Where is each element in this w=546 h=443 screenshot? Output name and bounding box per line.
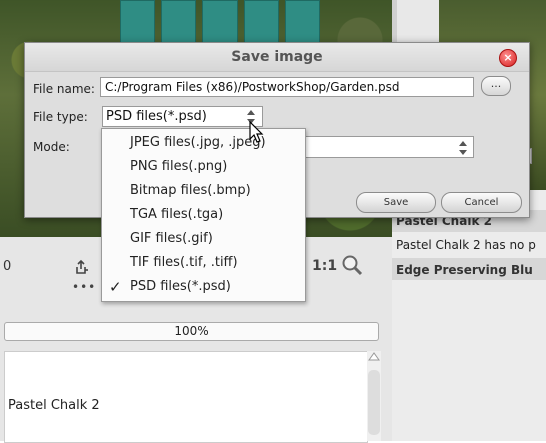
menu-item-bmp[interactable]: Bitmap files(.bmp) bbox=[102, 179, 305, 203]
menu-item-jpeg[interactable]: JPEG files(.jpg, .jpeg) bbox=[102, 131, 305, 155]
file-name-field[interactable]: C:/Program Files (x86)/PostworkShop/Gard… bbox=[100, 77, 474, 97]
menu-item-png[interactable]: PNG files(.png) bbox=[102, 155, 305, 179]
bench-graphic bbox=[120, 0, 321, 44]
magnifier-icon[interactable] bbox=[341, 254, 363, 276]
progress-bar: 100% bbox=[4, 322, 379, 341]
menu-item-tga[interactable]: TGA files(.tga) bbox=[102, 203, 305, 227]
file-type-select[interactable]: PSD files(*.psd) bbox=[102, 106, 263, 127]
layer-description: Pastel Chalk 2 has no p bbox=[396, 238, 536, 252]
menu-item-psd[interactable]: ✓ PSD files(*.psd) bbox=[102, 275, 305, 299]
toolbar-value: 0 bbox=[3, 259, 12, 274]
mouse-cursor-icon bbox=[249, 121, 264, 143]
file-type-dropdown: JPEG files(.jpg, .jpeg) PNG files(.png) … bbox=[101, 128, 306, 302]
scroll-thumb[interactable] bbox=[368, 370, 380, 435]
layer-list bbox=[4, 351, 368, 443]
close-icon[interactable]: × bbox=[499, 49, 517, 67]
browse-button[interactable]: ... bbox=[481, 76, 511, 96]
checkmark-icon: ✓ bbox=[109, 278, 122, 296]
file-type-label: File type: bbox=[33, 110, 88, 124]
menu-item-gif[interactable]: GIF files(.gif) bbox=[102, 227, 305, 251]
progress-text: 100% bbox=[174, 324, 209, 338]
spinner-arrows-icon[interactable] bbox=[457, 139, 469, 157]
scroll-up-icon[interactable] bbox=[367, 350, 381, 362]
save-button[interactable]: Save bbox=[356, 192, 436, 213]
cancel-button[interactable]: Cancel bbox=[441, 192, 522, 213]
list-item[interactable]: Pastel Chalk 2 bbox=[8, 398, 100, 413]
share-icon[interactable] bbox=[73, 259, 89, 275]
layer-title-edge-preserving[interactable]: Edge Preserving Blu bbox=[396, 263, 533, 277]
dialog-title: Save image bbox=[25, 43, 529, 72]
zoom-1to1-button[interactable]: 1:1 bbox=[312, 258, 337, 274]
menu-item-tif[interactable]: TIF files(.tif, .tiff) bbox=[102, 251, 305, 275]
mode-label: Mode: bbox=[33, 140, 70, 154]
file-name-label: File name: bbox=[33, 82, 95, 96]
more-dots[interactable]: ••• bbox=[72, 280, 96, 294]
